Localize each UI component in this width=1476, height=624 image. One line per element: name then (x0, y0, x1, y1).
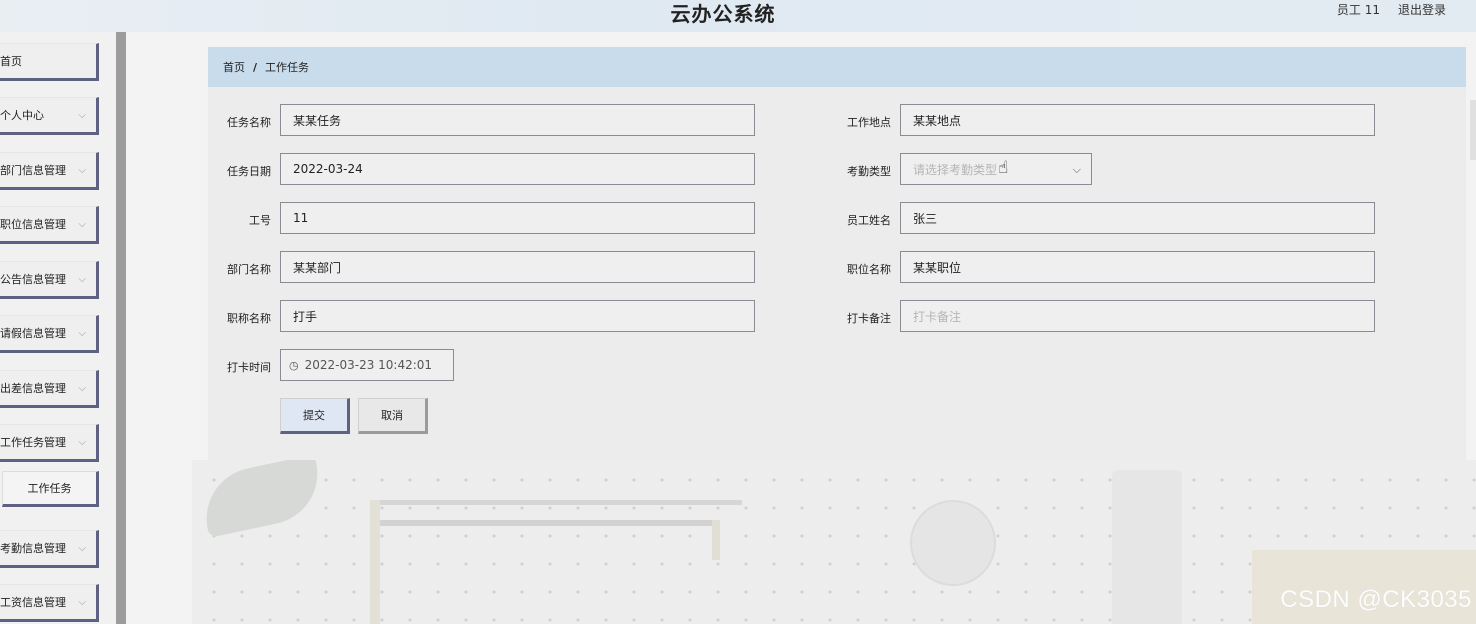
task-date-input[interactable]: 2022-03-24 (280, 153, 755, 185)
sidebar-item-leave[interactable]: 请假信息管理 ⌵ (0, 315, 99, 353)
attendance-type-label: 考勤类型 (847, 165, 891, 178)
sidebar-item-work-task[interactable]: 工作任务管理 ⌵ (0, 424, 99, 462)
vase-shape (1112, 470, 1182, 624)
sidebar-item-announcement[interactable]: 公告信息管理 ⌵ (0, 261, 99, 299)
sidebar-item-attendance[interactable]: 考勤信息管理 ⌵ (0, 530, 99, 568)
sidebar-item-home[interactable]: 首页 (0, 43, 99, 81)
chevron-down-icon: ⌵ (78, 382, 86, 394)
sidebar-item-position[interactable]: 职位信息管理 ⌵ (0, 206, 99, 244)
page-scrollbar[interactable] (1470, 100, 1476, 160)
position-name-label: 职位名称 (847, 263, 891, 276)
sidebar-item-label: 职位信息管理 (0, 218, 66, 231)
user-area: 员工 11 退出登录 (1337, 0, 1446, 18)
task-name-input[interactable]: 某某任务 (280, 104, 755, 136)
sidebar-item-label: 考勤信息管理 (0, 542, 66, 555)
sidebar-item-label: 工作任务管理 (0, 436, 66, 449)
chevron-down-icon: ⌵ (1072, 163, 1081, 176)
employee-no-input[interactable]: 11 (280, 202, 755, 234)
checkin-time-value: 2022-03-23 10:42:01 (304, 358, 433, 372)
sidebar-item-label: 首页 (0, 55, 22, 68)
sidebar-item-label: 工资信息管理 (0, 596, 66, 609)
cancel-button[interactable]: 取消 (358, 398, 428, 434)
post-shape (370, 500, 380, 624)
shelf-shape (377, 520, 717, 526)
sidebar-item-label: 出差信息管理 (0, 382, 66, 395)
title-name-input[interactable]: 打手 (280, 300, 755, 332)
sidebar-item-label: 公告信息管理 (0, 273, 66, 286)
app-title: 云办公系统 (670, 2, 776, 26)
sidebar-item-label: 个人中心 (0, 109, 44, 122)
sidebar-scrollbar[interactable] (116, 32, 126, 624)
sidebar-item-personal-center[interactable]: 个人中心 ⌵ (0, 97, 99, 135)
breadcrumb-home[interactable]: 首页 (223, 59, 245, 75)
sidebar-item-label: 部门信息管理 (0, 164, 66, 177)
sidebar-subitem-work-task[interactable]: 工作任务 (2, 471, 99, 507)
breadcrumb-separator: / (253, 60, 258, 74)
task-name-label: 任务名称 (227, 116, 271, 129)
chevron-down-icon: ⌵ (78, 596, 86, 608)
current-user-label[interactable]: 员工 11 (1337, 1, 1380, 18)
chevron-down-icon: ⌵ (78, 164, 86, 176)
checkin-note-input[interactable]: 打卡备注 (900, 300, 1375, 332)
employee-name-input[interactable]: 张三 (900, 202, 1375, 234)
task-date-label: 任务日期 (227, 165, 271, 178)
sidebar-item-business-trip[interactable]: 出差信息管理 ⌵ (0, 370, 99, 408)
top-header: 云办公系统 员工 11 退出登录 (0, 0, 1476, 32)
checkin-note-label: 打卡备注 (847, 312, 891, 325)
chevron-down-icon: ⌵ (78, 218, 86, 230)
employee-no-label: 工号 (249, 214, 271, 227)
chevron-down-icon: ⌵ (78, 327, 86, 339)
department-name-label: 部门名称 (227, 263, 271, 276)
sidebar-item-label: 请假信息管理 (0, 327, 66, 340)
logout-link[interactable]: 退出登录 (1398, 1, 1446, 18)
chevron-down-icon: ⌵ (78, 542, 86, 554)
department-name-input[interactable]: 某某部门 (280, 251, 755, 283)
sidebar-item-salary[interactable]: 工资信息管理 ⌵ (0, 584, 99, 622)
employee-name-label: 员工姓名 (847, 214, 891, 227)
sidebar-subitem-label: 工作任务 (27, 482, 72, 495)
watermark: CSDN @CK3035 (1280, 586, 1472, 613)
work-location-input[interactable]: 某某地点 (900, 104, 1375, 136)
chevron-down-icon: ⌵ (78, 273, 86, 285)
plate-shape (910, 500, 996, 586)
checkin-time-picker[interactable]: ◷ 2022-03-23 10:42:01 (280, 349, 454, 381)
sidebar-item-department[interactable]: 部门信息管理 ⌵ (0, 152, 99, 190)
attendance-type-placeholder: 请选择考勤类型 (913, 162, 998, 177)
breadcrumb: 首页 / 工作任务 (208, 47, 1466, 87)
position-name-input[interactable]: 某某职位 (900, 251, 1375, 283)
chevron-down-icon: ⌵ (78, 109, 86, 121)
checkin-time-label: 打卡时间 (227, 361, 271, 374)
attendance-type-select[interactable]: 请选择考勤类型 ⌵ (900, 153, 1092, 185)
title-name-label: 职称名称 (227, 312, 271, 325)
hand-cursor-icon: ☝ (998, 158, 1009, 178)
submit-button[interactable]: 提交 (280, 398, 350, 434)
post-shape (712, 520, 720, 560)
work-location-label: 工作地点 (847, 116, 891, 129)
chevron-down-icon: ⌵ (78, 436, 86, 448)
shelf-shape (372, 500, 742, 505)
breadcrumb-current: 工作任务 (265, 61, 310, 74)
clock-icon: ◷ (289, 358, 299, 372)
